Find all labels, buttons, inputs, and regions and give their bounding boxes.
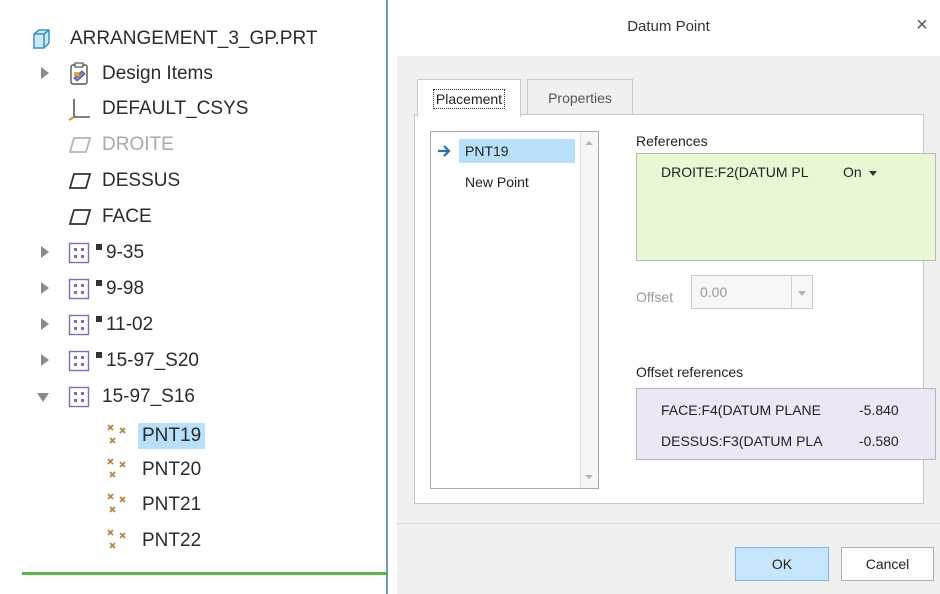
tab-label: Placement: [432, 88, 506, 109]
scroll-down-icon[interactable]: [584, 472, 594, 482]
offset-label: Offset: [636, 289, 674, 305]
reference-mode-label: On: [843, 164, 862, 180]
expand-arrow-icon[interactable]: [38, 317, 52, 331]
status-marker-icon: [96, 316, 102, 322]
tree-item-pnt22[interactable]: PNT22: [106, 524, 205, 558]
datum-point-dialog: Datum Point × Placement Properties PNT19…: [397, 0, 940, 594]
status-marker-icon: [96, 352, 102, 358]
offset-dropdown-button[interactable]: [791, 276, 812, 308]
tree-root-label: ARRANGEMENT_3_GP.PRT: [70, 28, 318, 49]
tree-item-11-02[interactable]: 11-02: [68, 308, 157, 342]
list-item-new-point[interactable]: New Point: [459, 168, 535, 196]
status-marker-icon: [96, 244, 102, 250]
tree-item-pnt21[interactable]: PNT21: [106, 488, 205, 522]
point-list[interactable]: PNT19 New Point: [430, 131, 599, 489]
offset-field[interactable]: 0.00: [691, 275, 813, 309]
datum-point-icon: [107, 424, 126, 444]
tree-item-face[interactable]: FACE: [68, 200, 156, 234]
references-box[interactable]: DROITE:F2(DATUM PL On: [636, 153, 936, 261]
datum-plane-icon: [68, 209, 92, 225]
tree-item-pnt19[interactable]: PNT19: [106, 419, 206, 453]
list-item-pnt19[interactable]: PNT19: [437, 137, 575, 165]
scroll-up-icon[interactable]: [584, 138, 594, 148]
offset-ref-value[interactable]: -0.580: [859, 433, 899, 449]
tree-item-label: 9-98: [106, 278, 145, 299]
component-icon: [68, 314, 90, 336]
footer-divider: [397, 523, 940, 524]
component-icon: [68, 386, 90, 408]
expand-arrow-icon[interactable]: [38, 66, 52, 80]
tree-item-label: DROITE: [102, 134, 174, 155]
tree-item-design-items[interactable]: Design Items: [68, 57, 217, 91]
part-icon: [33, 29, 50, 49]
tree-item-dessus[interactable]: DESSUS: [68, 164, 184, 198]
collapse-arrow-icon[interactable]: [36, 390, 50, 404]
dialog-titlebar[interactable]: Datum Point ×: [397, 0, 940, 56]
tree-item-15-97-s20[interactable]: 15-97_S20: [68, 344, 203, 378]
csys-icon: [68, 99, 90, 121]
component-icon: [68, 242, 90, 264]
offset-value: 0.00: [700, 284, 728, 300]
dropdown-arrow-icon: [798, 291, 806, 296]
tree-item-droite[interactable]: DROITE: [68, 128, 178, 162]
tree-item-label: PNT21: [142, 494, 202, 515]
datum-point-icon: [107, 529, 126, 549]
tab-properties[interactable]: Properties: [527, 79, 633, 115]
tree-footer-line: [22, 572, 388, 575]
tree-item-label: 15-97_S20: [106, 350, 199, 371]
references-label: References: [636, 133, 708, 149]
tree-item-pnt20[interactable]: PNT20: [106, 453, 205, 487]
offset-ref-value[interactable]: -5.840: [859, 402, 899, 418]
offset-ref-item[interactable]: DESSUS:F3(DATUM PLA: [661, 433, 823, 449]
dialog-title: Datum Point: [627, 18, 710, 35]
close-icon[interactable]: ×: [910, 13, 934, 37]
list-item-label: New Point: [465, 174, 529, 190]
tree-item-label: PNT19: [138, 423, 206, 449]
tree-item-label: PNT22: [142, 530, 202, 551]
tree-item-label: Design Items: [102, 63, 213, 84]
reference-mode-dropdown[interactable]: On: [843, 164, 878, 180]
tree-item-15-97-s16[interactable]: 15-97_S16: [68, 380, 199, 414]
point-list-scrollbar[interactable]: [580, 132, 598, 488]
status-marker-icon: [96, 280, 102, 286]
design-items-icon: [70, 62, 88, 85]
model-tree: ARRANGEMENT_3_GP.PRT Design Items DEFAUL…: [0, 0, 388, 594]
tree-item-default-csys[interactable]: DEFAULT_CSYS: [68, 92, 252, 126]
tree-item-label: DESSUS: [102, 170, 181, 191]
datum-point-icon: [107, 493, 126, 513]
arrow-right-icon: [438, 145, 451, 157]
tab-placement[interactable]: Placement: [417, 79, 521, 117]
tree-item-label: 9-35: [106, 242, 145, 263]
expand-arrow-icon[interactable]: [38, 245, 52, 259]
tree-item-label: 11-02: [106, 314, 154, 335]
dropdown-arrow-icon: [868, 171, 877, 176]
reference-item[interactable]: DROITE:F2(DATUM PL: [661, 164, 809, 180]
tree-item-label: FACE: [102, 206, 152, 227]
tree-item-label: 15-97_S16: [102, 386, 195, 407]
datum-plane-icon: [68, 173, 92, 189]
expand-arrow-icon[interactable]: [38, 281, 52, 295]
tree-item-9-35[interactable]: 9-35: [68, 236, 148, 270]
component-icon: [68, 278, 90, 300]
tab-label: Properties: [548, 89, 612, 106]
cancel-button[interactable]: Cancel: [841, 547, 934, 581]
offset-ref-item[interactable]: FACE:F4(DATUM PLANE: [661, 402, 821, 418]
offset-references-label: Offset references: [636, 364, 744, 380]
placement-panel: PNT19 New Point References DROITE:F2(DAT…: [414, 114, 936, 504]
tree-item-label: DEFAULT_CSYS: [102, 98, 249, 119]
component-icon: [68, 350, 90, 372]
tree-item-label: PNT20: [142, 459, 202, 480]
tree-root[interactable]: ARRANGEMENT_3_GP.PRT: [30, 22, 321, 56]
list-item-label: PNT19: [459, 139, 575, 163]
datum-plane-icon: [68, 137, 92, 153]
tree-item-9-98[interactable]: 9-98: [68, 272, 148, 306]
offset-references-box[interactable]: FACE:F4(DATUM PLANE -5.840 DESSUS:F3(DAT…: [636, 388, 936, 460]
datum-point-icon: [107, 458, 126, 478]
expand-arrow-icon[interactable]: [38, 353, 52, 367]
ok-button[interactable]: OK: [735, 547, 829, 581]
